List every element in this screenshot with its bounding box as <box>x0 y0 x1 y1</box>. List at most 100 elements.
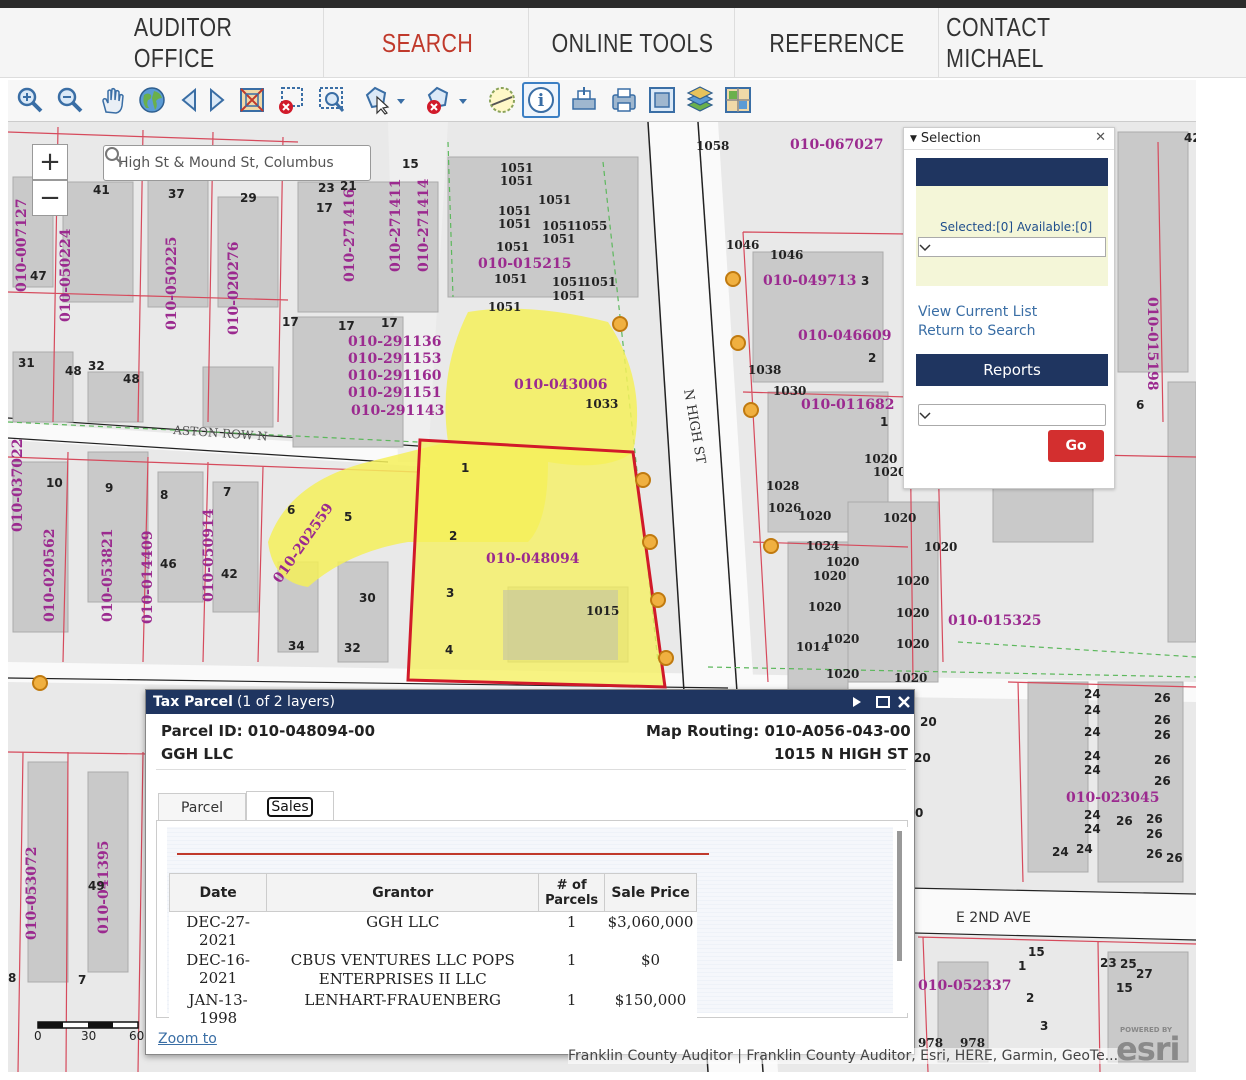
selected-count: Selected:[0] Available:[0] <box>940 220 1093 234</box>
identify-info-icon[interactable]: i <box>522 82 560 118</box>
svg-text:5: 5 <box>344 510 352 524</box>
table-row: DEC-27-2021 GGH LLC 1 $3,060,000 <box>170 912 697 951</box>
nav-online-tools[interactable]: ONLINE TOOLS <box>548 8 716 78</box>
collapse-triangle-icon[interactable]: ▼ <box>910 134 917 144</box>
pan-hand-icon[interactable] <box>96 84 128 116</box>
svg-text:26: 26 <box>1166 851 1183 865</box>
address-label: 1051 <box>500 161 533 175</box>
svg-text:15: 15 <box>1028 945 1045 959</box>
scrollbar-thumb[interactable] <box>897 831 902 961</box>
svg-text:3: 3 <box>446 586 454 600</box>
parcel-id: Parcel ID: 010-048094-00 <box>161 722 376 740</box>
parcel-label: 010-049713 <box>763 273 856 289</box>
reports-dropdown[interactable] <box>918 404 1106 426</box>
svg-text:42: 42 <box>221 567 238 581</box>
map-routing-suffix: -043-00 <box>846 722 911 740</box>
map-search-input[interactable]: High St & Mound St, Columbus <box>103 145 371 181</box>
svg-text:20: 20 <box>920 715 937 729</box>
tab-sales[interactable]: Sales <box>246 791 334 821</box>
parcel-label: 010-050224 <box>58 228 74 322</box>
chevron-down-icon <box>919 244 931 252</box>
close-icon[interactable]: ✕ <box>1095 130 1106 145</box>
select-tool-icon[interactable] <box>363 84 409 116</box>
selection-header-bar <box>916 158 1108 186</box>
nav-contact-michael[interactable]: CONTACT MICHAEL <box>946 8 1139 78</box>
svg-text:60: 60 <box>129 1029 144 1043</box>
zoom-out-icon[interactable] <box>54 84 86 116</box>
parcel-label: 010-015325 <box>948 613 1041 629</box>
zoom-in-button[interactable]: + <box>32 144 68 180</box>
address-label: 1028 <box>766 479 799 493</box>
next-extent-icon[interactable] <box>201 84 233 116</box>
measure-icon[interactable] <box>486 84 518 116</box>
address-label: 1020 <box>826 667 859 681</box>
svg-text:26: 26 <box>1154 753 1171 767</box>
svg-text:32: 32 <box>88 359 105 373</box>
tab-parcel[interactable]: Parcel <box>158 793 246 821</box>
svg-text:34: 34 <box>288 639 305 653</box>
svg-text:8: 8 <box>160 488 168 502</box>
zoom-in-icon[interactable] <box>14 84 46 116</box>
fullscreen-icon[interactable] <box>646 84 678 116</box>
popup-header: Tax Parcel (1 of 2 layers) <box>146 690 914 714</box>
svg-text:21: 21 <box>340 179 357 193</box>
svg-text:7: 7 <box>78 973 86 987</box>
parcel-label: 010-291153 <box>348 351 441 367</box>
address-label: 1046 <box>726 238 759 252</box>
zoom-to-selection-icon[interactable] <box>316 84 348 116</box>
layers-icon[interactable] <box>684 84 716 116</box>
parcel-label: 010-023045 <box>1066 790 1159 806</box>
zoom-to-link[interactable]: Zoom to <box>158 1031 217 1047</box>
address-label: 1033 <box>585 397 618 411</box>
svg-text:17: 17 <box>338 319 355 333</box>
address-label: 1051 <box>494 272 527 286</box>
svg-text:9: 9 <box>105 481 113 495</box>
next-feature-icon[interactable] <box>852 696 862 708</box>
clear-graphics-icon[interactable] <box>423 84 471 116</box>
scale-bar: 0 30 60 <box>34 1021 144 1043</box>
view-current-list-link[interactable]: View Current List <box>918 304 1037 320</box>
svg-text:20: 20 <box>914 751 931 765</box>
svg-text:27: 27 <box>1136 967 1153 981</box>
svg-text:3: 3 <box>1040 1019 1048 1033</box>
map-view[interactable]: 010-067027 010-015215 010-049713 010-046… <box>8 122 1196 1072</box>
parcel-label: 010-043006 <box>514 377 607 393</box>
selection-panel-header[interactable]: ▼ Selection ✕ <box>904 128 1114 150</box>
sales-divider <box>177 853 709 855</box>
parcel-label: 010-048094 <box>486 551 580 567</box>
column-header-sale-price: Sale Price <box>604 873 697 912</box>
address-label: 1051 <box>498 204 531 218</box>
clear-selection-icon[interactable] <box>276 84 308 116</box>
map-attribution: Franklin County Auditor | Franklin Count… <box>568 1048 1119 1064</box>
svg-text:4: 4 <box>445 643 453 657</box>
selection-dropdown[interactable] <box>918 237 1106 257</box>
scrollbar-track[interactable] <box>893 827 909 1013</box>
zoom-out-button[interactable]: − <box>32 180 68 216</box>
return-to-search-link[interactable]: Return to Search <box>918 323 1036 339</box>
full-extent-icon[interactable] <box>236 84 268 116</box>
svg-text:17: 17 <box>381 316 398 330</box>
nav-divider <box>323 8 324 78</box>
svg-text:7: 7 <box>223 485 231 499</box>
maximize-icon[interactable] <box>876 696 890 708</box>
svg-text:2: 2 <box>449 529 457 543</box>
nav-reference[interactable]: REFERENCE <box>754 8 920 78</box>
sale-date: DEC-27-2021 <box>186 913 250 949</box>
sale-grantor: LENHART-FRAUENBERG <box>304 991 502 1009</box>
nav-auditor-office[interactable]: AUDITOR OFFICE <box>134 8 306 78</box>
parcel-label: 010-037022 <box>10 439 26 532</box>
basemap-icon[interactable] <box>722 84 754 116</box>
globe-icon[interactable] <box>136 84 168 116</box>
print-icon[interactable] <box>568 84 600 116</box>
nav-search[interactable]: SEARCH <box>343 8 511 78</box>
tab-sales-label: Sales <box>267 796 313 817</box>
close-icon[interactable] <box>898 696 910 708</box>
search-input-value: High St & Mound St, Columbus <box>118 155 334 171</box>
column-header-grantor: Grantor <box>266 873 540 912</box>
svg-text:6: 6 <box>287 503 295 517</box>
selection-panel-title: Selection <box>920 131 981 146</box>
go-button[interactable]: Go <box>1048 430 1104 462</box>
parcel-address: 1015 N HIGH ST <box>773 745 908 763</box>
svg-text:17: 17 <box>316 201 333 215</box>
export-icon[interactable] <box>608 84 640 116</box>
